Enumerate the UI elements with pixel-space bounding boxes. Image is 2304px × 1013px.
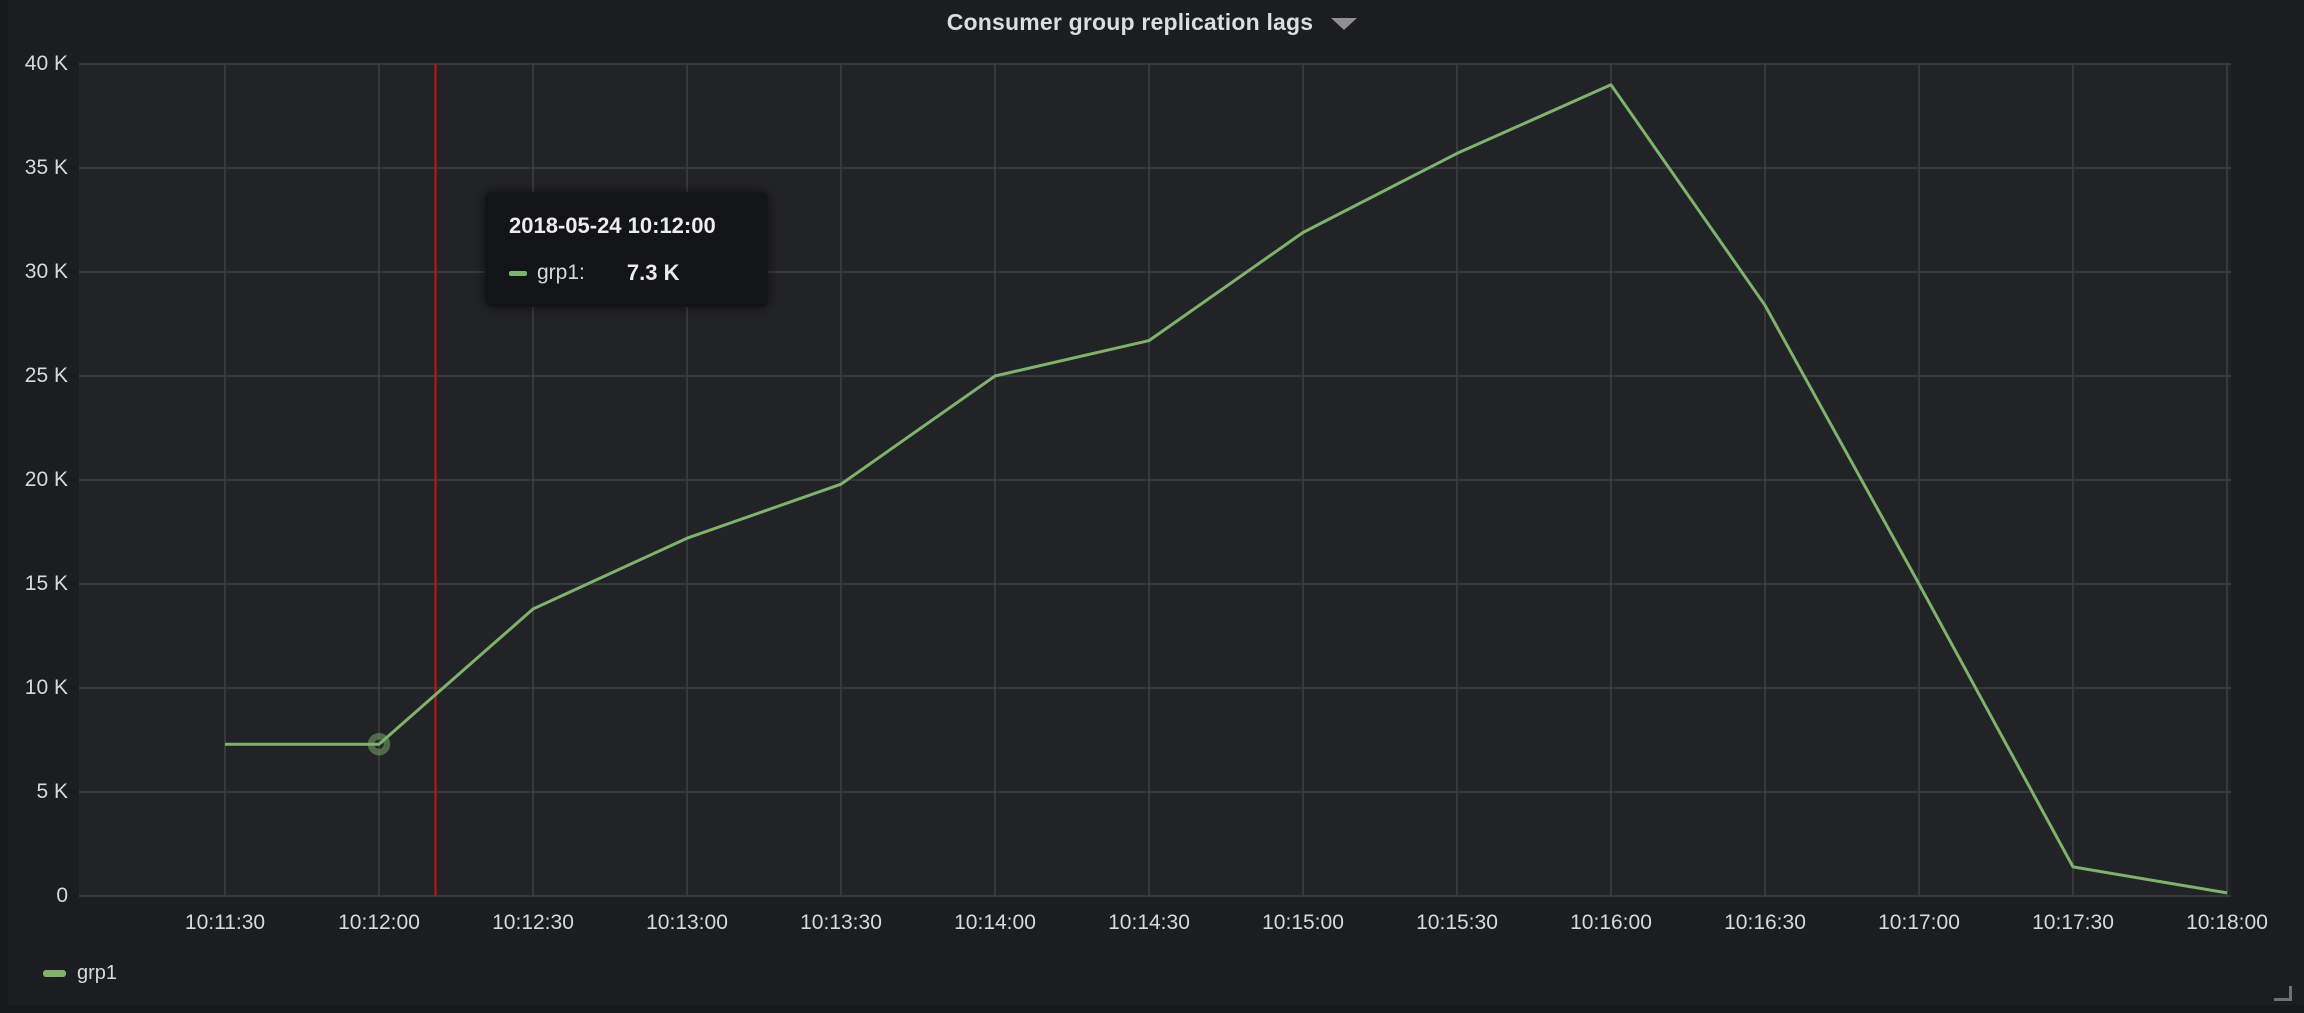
tooltip-timestamp: 2018-05-24 10:12:00 — [509, 213, 744, 239]
legend-color-dash — [43, 970, 66, 977]
tooltip-series-value: 7.3 K — [627, 260, 680, 286]
panel-title[interactable]: Consumer group replication lags — [947, 9, 1314, 36]
chevron-down-icon[interactable] — [1331, 18, 1357, 30]
tooltip-series-color-dash — [509, 271, 527, 276]
legend-item-grp1[interactable]: grp1 — [43, 962, 117, 985]
panel-resize-handle[interactable] — [2274, 986, 2292, 1001]
legend-label: grp1 — [77, 962, 117, 985]
panel-header: Consumer group replication lags — [0, 0, 2304, 44]
tooltip-series-label: grp1: — [537, 261, 585, 285]
tooltip-series-row: grp1: 7.3 K — [509, 260, 744, 286]
chart-canvas[interactable] — [0, 0, 2304, 1013]
tooltip: 2018-05-24 10:12:00 grp1: 7.3 K — [485, 192, 768, 307]
